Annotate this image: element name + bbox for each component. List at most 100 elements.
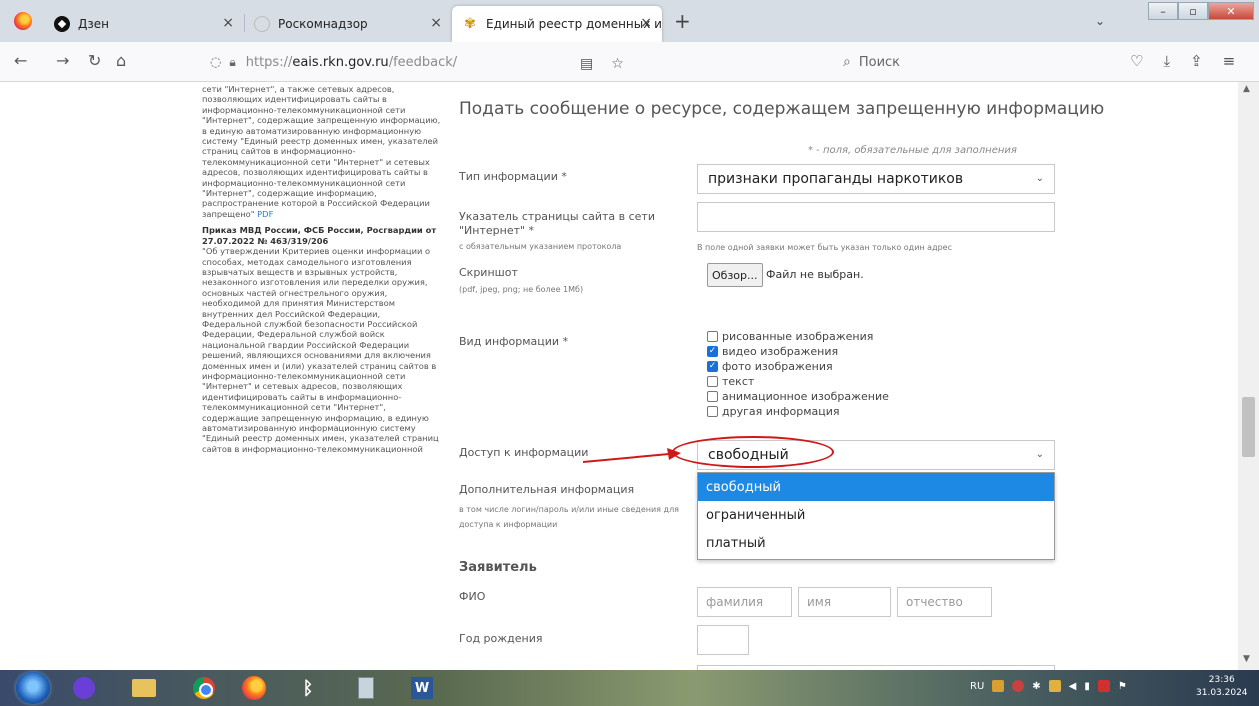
close-window-button[interactable]: ✕ xyxy=(1208,2,1254,20)
dzen-icon xyxy=(54,16,70,32)
checkbox[interactable] xyxy=(707,376,718,387)
taskbar-app[interactable] xyxy=(348,673,384,703)
scrollbar-thumb[interactable] xyxy=(1242,397,1255,457)
checkbox-item[interactable]: текст xyxy=(707,374,889,389)
chevron-down-icon[interactable]: ⌄ xyxy=(1095,14,1105,28)
window-controls: – ▫ ✕ xyxy=(1148,2,1254,20)
tab-roskomnadzor[interactable]: Роскомнадзор × xyxy=(244,6,452,42)
bookmark-star-icon[interactable]: ☆ xyxy=(611,56,624,72)
maximize-button[interactable]: ▫ xyxy=(1178,2,1208,20)
clock-time: 23:36 xyxy=(1208,675,1235,685)
info-type-value: признаки пропаганды наркотиков xyxy=(708,171,964,187)
taskbar: ᛒ W RU ✱ ◀︎ ▮ ⚑ 23:36 31.03.2024 xyxy=(0,670,1259,706)
tab-eais[interactable]: ✾ Единый реестр доменных им… × xyxy=(452,6,662,42)
bluetooth-icon[interactable]: ✱ xyxy=(1032,681,1040,692)
dropdown-option[interactable]: платный xyxy=(698,529,1054,557)
taskbar-app[interactable]: W xyxy=(404,673,440,703)
downloads-icon[interactable]: ⤓ xyxy=(1163,52,1170,70)
share-icon[interactable]: ⇪ xyxy=(1190,52,1203,70)
tab-dzen[interactable]: Дзен × xyxy=(44,6,244,42)
checkbox[interactable] xyxy=(707,331,718,342)
close-icon[interactable]: × xyxy=(640,15,652,31)
reload-icon[interactable]: ↻ xyxy=(88,52,101,70)
tray-app-icon[interactable] xyxy=(992,680,1005,692)
tab-bar: Дзен × Роскомнадзор × ✾ Единый реестр до… xyxy=(0,0,1259,42)
checkbox-item[interactable]: анимационное изображение xyxy=(707,389,889,404)
info-kind-label: Вид информации * xyxy=(459,335,569,348)
checkbox-item[interactable]: другая информация xyxy=(707,404,889,419)
firefox-menu-icon[interactable] xyxy=(14,12,32,30)
word-icon: W xyxy=(411,677,433,699)
minimize-button[interactable]: – xyxy=(1148,2,1178,20)
forward-icon[interactable]: → xyxy=(56,52,69,70)
birth-year-input[interactable] xyxy=(697,625,749,655)
fio-label: ФИО xyxy=(459,590,486,603)
page-scrollbar[interactable]: ▲ ▼ xyxy=(1238,82,1259,670)
chevron-down-icon: ⌄ xyxy=(1035,173,1044,184)
checkbox-item[interactable]: рисованные изображения xyxy=(707,329,889,344)
home-icon[interactable]: ⌂ xyxy=(116,52,126,70)
back-icon[interactable]: ← xyxy=(14,52,27,70)
language-indicator[interactable]: RU xyxy=(970,681,984,692)
app-icon xyxy=(73,677,95,699)
taskbar-app[interactable]: ᛒ xyxy=(290,673,326,703)
checkbox[interactable] xyxy=(707,406,718,417)
close-icon[interactable]: × xyxy=(222,15,234,31)
taskbar-app[interactable] xyxy=(126,673,162,703)
shield-icon[interactable]: ◌ xyxy=(210,55,221,70)
url-bar[interactable]: ◌ 🔒︎ https://eais.rkn.gov.ru/feedback/ xyxy=(200,48,770,76)
calculator-icon xyxy=(358,677,374,699)
volume-icon[interactable]: ◀︎ xyxy=(1069,681,1077,692)
checkbox-checked[interactable]: ✓ xyxy=(707,361,718,372)
annotation-arrow xyxy=(583,448,681,463)
regulation-title[interactable]: Приказ МВД России, ФСБ России, Росгварди… xyxy=(202,225,436,245)
tray-app-icon[interactable] xyxy=(1012,680,1025,692)
navigation-bar: ← → ↻ ⌂ ◌ 🔒︎ https://eais.rkn.gov.ru/fee… xyxy=(0,42,1259,82)
start-button[interactable] xyxy=(16,672,50,704)
form-title: Подать сообщение о ресурсе, содержащем з… xyxy=(459,99,1105,119)
dropdown-option[interactable]: ограниченный xyxy=(698,501,1054,529)
checkbox-item[interactable]: ✓ фото изображения xyxy=(707,359,889,374)
close-icon[interactable]: × xyxy=(430,15,442,31)
surname-input[interactable]: фамилия xyxy=(697,587,792,617)
eais-icon: ✾ xyxy=(464,16,476,32)
search-input[interactable]: ⌕ Поиск xyxy=(843,48,1073,76)
patronymic-input[interactable]: отчество xyxy=(897,587,992,617)
taskbar-app[interactable] xyxy=(186,673,222,703)
clock-date: 31.03.2024 xyxy=(1196,688,1248,698)
info-type-select[interactable]: признаки пропаганды наркотиков ⌄ xyxy=(697,164,1055,194)
dropdown-option[interactable]: свободный xyxy=(698,473,1054,501)
reader-view-icon[interactable]: ▤ xyxy=(580,56,593,72)
lock-icon[interactable]: 🔒︎ xyxy=(229,55,235,70)
checkbox-item[interactable]: ✓ видео изображения xyxy=(707,344,889,359)
url-input[interactable] xyxy=(697,202,1055,232)
access-label: Доступ к информации xyxy=(459,446,589,459)
new-tab-button[interactable]: + xyxy=(674,11,691,31)
annotation-ellipse xyxy=(672,436,834,468)
regulation-item: Приказ МВД России, ФСБ России, Росгварди… xyxy=(202,225,442,454)
signal-icon[interactable]: ▮ xyxy=(1084,681,1090,692)
scroll-down-icon[interactable]: ▼ xyxy=(1243,654,1250,664)
search-placeholder: Поиск xyxy=(858,54,901,70)
taskbar-app[interactable] xyxy=(66,673,102,703)
antivirus-icon[interactable] xyxy=(1097,680,1110,692)
extra-info-label: Дополнительная информация xyxy=(459,483,635,496)
rkn-icon xyxy=(254,16,270,32)
taskbar-app[interactable] xyxy=(236,673,272,703)
url-sublabel: с обязательным указанием протокола xyxy=(459,242,622,251)
browse-button[interactable]: Обзор... xyxy=(707,263,763,287)
scroll-up-icon[interactable]: ▲ xyxy=(1243,84,1250,94)
pdf-link[interactable]: PDF xyxy=(257,209,273,219)
search-icon: ⌕ xyxy=(843,54,851,70)
clock[interactable]: 23:36 31.03.2024 xyxy=(1196,674,1248,700)
flag-icon[interactable]: ⚑ xyxy=(1118,681,1127,692)
checkbox-checked[interactable]: ✓ xyxy=(707,346,718,357)
tray-app-icon[interactable] xyxy=(1048,680,1061,692)
url-text: https://eais.rkn.gov.ru/feedback/ xyxy=(245,54,458,70)
checkbox[interactable] xyxy=(707,391,718,402)
system-tray: RU ✱ ◀︎ ▮ ⚑ xyxy=(970,680,1127,692)
pocket-icon[interactable]: ♡ xyxy=(1130,52,1143,70)
name-input[interactable]: имя xyxy=(798,587,891,617)
menu-icon[interactable]: ≡ xyxy=(1223,52,1236,70)
url-bar-actions: ▤ ☆ xyxy=(580,56,624,72)
